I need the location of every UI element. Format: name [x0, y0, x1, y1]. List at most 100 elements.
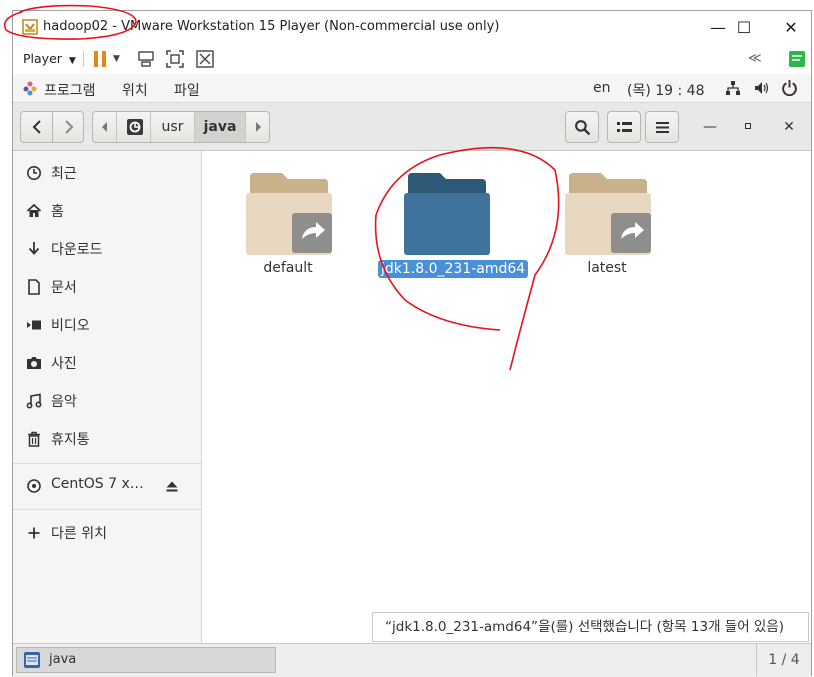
sidebar-item-documents[interactable]: 문서	[13, 271, 201, 303]
pause-icon[interactable]	[91, 49, 111, 69]
taskbar-item-label: java	[49, 652, 77, 667]
file-item[interactable]: default	[232, 165, 344, 285]
arrow-left-icon	[102, 122, 107, 132]
file-view: default jdk1.8.0_231-amd64 latest	[202, 151, 811, 643]
sidebar-separator	[13, 463, 201, 464]
files-headerbar: usr java — ✕	[13, 103, 811, 151]
path-segment-usr[interactable]: usr	[151, 112, 195, 142]
go-back-icon	[32, 120, 41, 134]
network-icon[interactable]	[725, 80, 741, 96]
search-icon	[575, 120, 591, 136]
minimize-files-button[interactable]: —	[703, 117, 717, 137]
taskbar-item-java[interactable]: java	[16, 647, 276, 673]
document-icon	[28, 279, 40, 295]
sidebar-item-videos[interactable]: 비디오	[13, 309, 201, 341]
sidebar-item-downloads[interactable]: 다운로드	[13, 233, 201, 265]
forward-button[interactable]	[53, 112, 84, 142]
camera-icon	[27, 357, 41, 369]
clock-icon	[27, 166, 41, 180]
file-item[interactable]: jdk1.8.0_231-amd64	[378, 165, 529, 285]
workspace-indicator[interactable]: 1 / 4	[756, 644, 811, 676]
file-name: jdk1.8.0_231-amd64	[378, 260, 529, 278]
fit-guest-icon[interactable]	[165, 49, 185, 69]
files-app-menu[interactable]: 파일	[174, 80, 200, 100]
path-scroll-right-button[interactable]	[245, 112, 269, 142]
vmware-logo-icon	[22, 19, 38, 35]
path-scroll-left-button[interactable]	[93, 112, 117, 142]
maximize-button[interactable]: ☐	[729, 17, 759, 39]
sidebar-separator	[13, 509, 201, 510]
close-files-button[interactable]: ✕	[781, 117, 797, 137]
applications-menu[interactable]: 프로그램	[44, 80, 96, 100]
pause-dropdown-icon[interactable]: ▼	[113, 49, 133, 69]
back-button[interactable]	[21, 112, 53, 142]
volume-icon[interactable]	[753, 80, 769, 96]
video-icon	[27, 320, 41, 330]
sidebar-item-label: 휴지통	[51, 432, 90, 448]
menu-button[interactable]	[645, 111, 679, 143]
window-title: hadoop02 - VMware Workstation 15 Player …	[43, 19, 500, 34]
gnome-top-bar: 프로그램 위치 파일 en (목) 19 : 48	[13, 74, 811, 103]
clock[interactable]: (목) 19 : 48	[627, 80, 705, 100]
sidebar-item-label: CentOS 7 x…	[51, 476, 144, 492]
sidebar-item-label: 사진	[51, 356, 77, 372]
file-manager-icon	[24, 652, 40, 668]
maximize-icon	[745, 123, 751, 129]
maximize-files-button[interactable]	[741, 118, 755, 134]
collapse-toolbar-icon[interactable]: ≪	[748, 49, 768, 69]
go-forward-icon	[65, 120, 74, 134]
download-icon	[28, 242, 40, 255]
sidebar-item-device[interactable]: CentOS 7 x…	[13, 470, 201, 502]
trash-icon	[28, 431, 40, 447]
folder-link-icon	[246, 173, 332, 255]
sidebar-item-pictures[interactable]: 사진	[13, 347, 201, 379]
path-root-button[interactable]	[117, 112, 151, 142]
sidebar-item-label: 다른 위치	[51, 526, 107, 542]
path-segment-java[interactable]: java	[195, 112, 245, 142]
file-name: default	[263, 260, 313, 276]
sidebar-item-label: 음악	[51, 394, 77, 410]
applications-icon	[23, 81, 37, 96]
sidebar-item-recent[interactable]: 최근	[13, 157, 201, 189]
folder-link-icon	[565, 173, 651, 255]
dropdown-arrow-icon: ▼	[68, 56, 76, 66]
list-view-icon	[617, 122, 632, 132]
path-bar: usr java	[92, 111, 270, 143]
unity-icon[interactable]	[195, 49, 215, 69]
drive-icon	[127, 119, 143, 135]
sidebar-item-home[interactable]: 홈	[13, 195, 201, 227]
sidebar-item-trash[interactable]: 휴지통	[13, 423, 201, 455]
sidebar-item-label: 최근	[51, 166, 77, 182]
file-item[interactable]: latest	[551, 165, 663, 285]
search-button[interactable]	[565, 111, 599, 143]
send-ctrl-alt-del-icon[interactable]	[136, 49, 156, 69]
sidebar-item-label: 다운로드	[51, 242, 103, 258]
power-icon[interactable]	[781, 79, 798, 96]
eject-icon[interactable]	[165, 479, 179, 493]
file-name: latest	[587, 260, 627, 276]
home-icon	[26, 203, 42, 217]
arrow-right-icon	[256, 122, 261, 132]
disc-icon	[27, 479, 41, 493]
player-menu-button[interactable]: Player ▼	[23, 51, 76, 66]
window-list: java 1 / 4	[13, 643, 811, 677]
sidebar-item-music[interactable]: 음악	[13, 385, 201, 417]
places-sidebar: 최근 홈 다운로드 문서 비디오 사진 음악 휴지통 CentOS 7 x… 다…	[13, 151, 202, 643]
folder-icon	[404, 173, 490, 255]
file-name-selected: jdk1.8.0_231-amd64	[378, 260, 529, 278]
sidebar-item-label: 홈	[51, 204, 64, 220]
notes-icon[interactable]	[787, 49, 807, 69]
plus-icon	[28, 527, 40, 539]
input-language[interactable]: en	[593, 80, 611, 96]
hamburger-menu-icon	[656, 122, 669, 133]
close-window-button[interactable]: ✕	[776, 17, 806, 39]
nav-buttons	[20, 111, 84, 143]
music-icon	[26, 393, 42, 409]
sidebar-item-other-locations[interactable]: 다른 위치	[13, 517, 201, 549]
selection-status: “jdk1.8.0_231-amd64”을(를) 선택했습니다 (항목 13개 …	[372, 612, 809, 642]
view-mode-button[interactable]	[607, 111, 641, 143]
vmware-toolbar: Player ▼ ▼ ≪	[13, 44, 811, 74]
places-menu[interactable]: 위치	[122, 80, 148, 100]
sidebar-item-label: 문서	[51, 280, 77, 296]
player-menu-label: Player	[23, 51, 62, 66]
